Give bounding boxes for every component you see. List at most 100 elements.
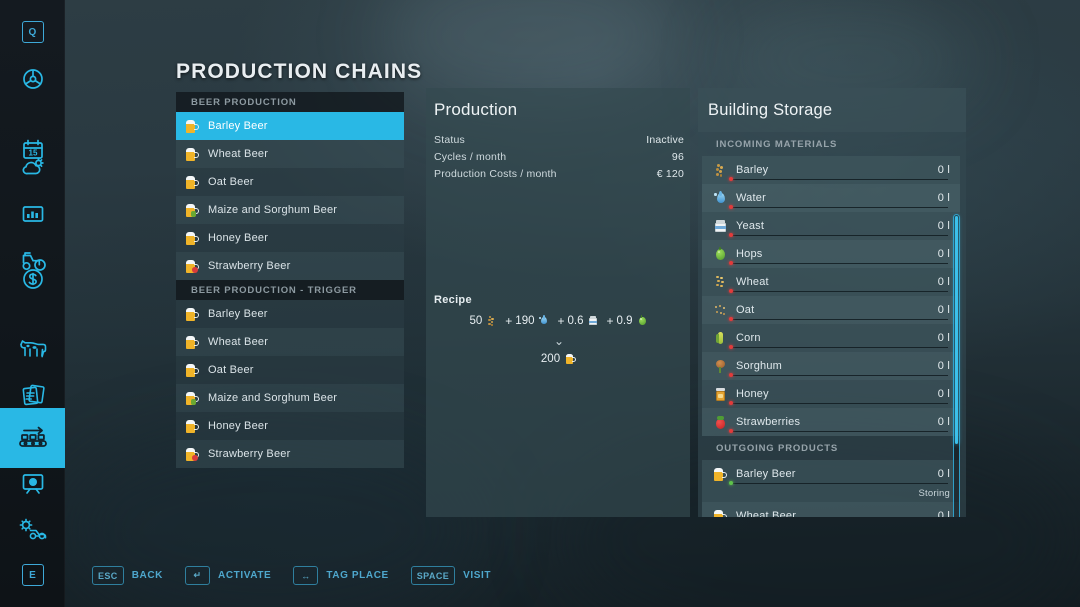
hops-icon (636, 315, 649, 328)
storage-row[interactable]: Corn 0 l (702, 324, 960, 352)
storage-group-header: INCOMING MATERIALS (698, 132, 966, 156)
production-stat-label: Production Costs / month (434, 168, 557, 180)
statistics-icon (19, 200, 47, 228)
chain-list-item[interactable]: Oat Beer (176, 356, 404, 384)
chain-list-item[interactable]: Strawberry Beer (176, 252, 404, 280)
chain-list-item-label: Honey Beer (208, 420, 268, 432)
chain-list-item[interactable]: Strawberry Beer (176, 440, 404, 468)
recipe-inputs: 50+190+0.6+0.9 (434, 314, 684, 328)
storage-row[interactable]: Honey0 l (702, 380, 960, 408)
recipe-label: Recipe (434, 294, 472, 306)
chain-list-item[interactable]: Barley Beer (176, 300, 404, 328)
recipe-output-amount: 200 (541, 353, 560, 365)
storage-row-name: Sorghum (736, 360, 782, 372)
storage-fill-bar (729, 347, 948, 349)
storage-fill-bar (729, 263, 948, 265)
storage-row-name: Corn (736, 332, 761, 344)
storage-scrollbar[interactable] (953, 214, 960, 517)
chain-list-item[interactable]: Honey Beer (176, 224, 404, 252)
yeast-icon (712, 218, 729, 235)
help-bar: ESCBACK↵ACTIVATE↔TAG PLACESPACEVISIT (92, 566, 491, 585)
chain-list-item[interactable]: Maize and Sorghum Beer (176, 384, 404, 412)
recipe-arrow-icon: ⌄ (434, 334, 684, 348)
storage-row-amount: 0 l (938, 468, 950, 480)
storage-row[interactable]: Barley 0 l (702, 156, 960, 184)
storage-panel-title: Building Storage (708, 101, 832, 120)
beer-mug-icon (712, 508, 729, 518)
beer-mug-icon (184, 118, 201, 135)
storage-status-dot (729, 261, 733, 265)
storage-row[interactable]: Strawberries0 l (702, 408, 960, 436)
beer-mug-icon (184, 230, 201, 247)
sidebar-item-vehicles[interactable] (0, 49, 65, 109)
chain-group-header: BEER PRODUCTION - TRIGGER (176, 280, 404, 300)
chain-list-item[interactable]: Wheat Beer (176, 328, 404, 356)
storage-row[interactable]: Wheat Beer0 l (702, 502, 960, 517)
help-action-label: TAG PLACE (326, 570, 388, 581)
beer-mug-icon (184, 362, 201, 379)
chain-list-item[interactable]: Honey Beer (176, 412, 404, 440)
building-storage-panel: Building Storage INCOMING MATERIALSBarle… (698, 88, 966, 517)
storage-row-name: Water (736, 192, 766, 204)
production-chain-list[interactable]: BEER PRODUCTIONBarley BeerWheat BeerOat … (176, 92, 404, 468)
recipe-plus-sign: + (505, 314, 512, 328)
chain-list-item-label: Wheat Beer (208, 336, 268, 348)
recipe-input: 50 (469, 315, 498, 328)
honey-icon (712, 386, 729, 403)
beer-mug-strawberry-icon (184, 446, 201, 463)
storage-row-name: Barley (736, 164, 768, 176)
chain-list-item-label: Wheat Beer (208, 148, 268, 160)
beer-mug-icon (564, 352, 577, 365)
animals-icon (17, 335, 49, 361)
vehicles-icon (19, 65, 47, 93)
recipe-input: 0.6 (568, 315, 600, 328)
sidebar-item-key-e[interactable]: E (0, 545, 65, 605)
help-key: SPACE (411, 566, 455, 585)
storage-row[interactable]: Wheat0 l (702, 268, 960, 296)
chain-list-item-label: Barley Beer (208, 308, 268, 320)
storage-row[interactable]: Oat0 l (702, 296, 960, 324)
production-panel-title: Production (434, 100, 517, 120)
sidebar: Q15E (0, 0, 65, 607)
storage-row[interactable]: Water 0 l (702, 184, 960, 212)
storage-row-amount: 0 l (938, 164, 950, 176)
storage-row[interactable]: Hops0 l (702, 240, 960, 268)
storage-fill-bar (729, 207, 948, 209)
chain-list-item-label: Oat Beer (208, 176, 254, 188)
map-icon (19, 470, 47, 498)
help-item: ↵ACTIVATE (185, 566, 271, 585)
beer-mug-icon (184, 334, 201, 351)
storage-list[interactable]: INCOMING MATERIALSBarley0 lWater0 lYeast… (698, 132, 966, 517)
beer-mug-icon (184, 306, 201, 323)
storage-fill-bar (729, 291, 948, 293)
storage-row[interactable]: Yeast0 l (702, 212, 960, 240)
storage-row-amount: 0 l (938, 276, 950, 288)
storage-scrollbar-thumb[interactable] (955, 216, 958, 444)
storage-row-name: Barley Beer (736, 468, 796, 480)
page-title: PRODUCTION CHAINS (176, 60, 422, 84)
storage-row-amount: 0 l (938, 332, 950, 344)
yeast-icon (587, 315, 600, 328)
chain-list-item[interactable]: Oat Beer (176, 168, 404, 196)
beer-mug-icon (184, 418, 201, 435)
help-item: SPACEVISIT (411, 566, 491, 585)
storage-row-amount: 0 l (938, 192, 950, 204)
barley-icon (485, 315, 498, 328)
storage-fill-bar (729, 319, 948, 321)
storage-row-amount: 0 l (938, 220, 950, 232)
storage-row[interactable]: Barley Beer 0 l (702, 460, 960, 488)
storage-row[interactable]: Sorghum0 l (702, 352, 960, 380)
chain-list-item-label: Strawberry Beer (208, 448, 290, 460)
chain-list-item[interactable]: Barley Beer (176, 112, 404, 140)
vehicle-settings-icon (17, 514, 49, 542)
strawberries-icon (712, 414, 729, 431)
chain-list-item[interactable]: Maize and Sorghum Beer (176, 196, 404, 224)
beer-mug-icon (712, 466, 729, 483)
recipe-plus-sign: + (607, 314, 614, 328)
help-action-label: ACTIVATE (218, 570, 271, 581)
storage-status-dot (729, 373, 733, 377)
sidebar-item-finances[interactable] (0, 249, 65, 309)
production-stat-value: Inactive (646, 134, 684, 146)
chain-list-item[interactable]: Wheat Beer (176, 140, 404, 168)
recipe-input: 0.9 (617, 315, 649, 328)
